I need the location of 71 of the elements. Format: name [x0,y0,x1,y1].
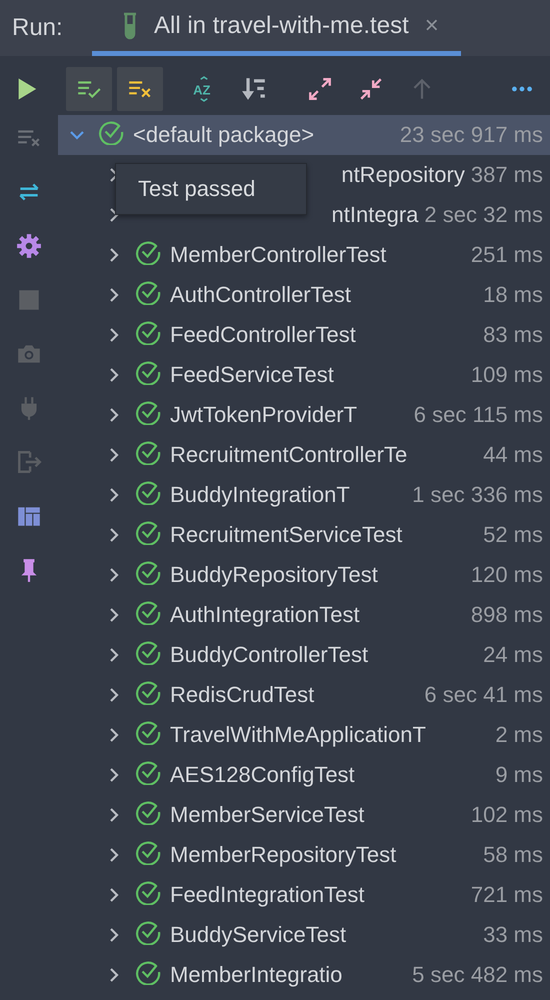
duration: 721 ms [470,882,543,908]
passed-check-icon [135,719,161,745]
passed-check-icon [135,919,161,945]
test-class-name[interactable]: AuthIntegrationTest [170,602,471,628]
test-class-name[interactable]: BuddyServiceTest [170,922,484,948]
test-class-name[interactable]: BuddyControllerTest [170,642,484,668]
duration: 24 ms [483,642,543,668]
duration: 18 ms [483,282,543,308]
duration: 387 ms [470,162,543,188]
passed-check-icon [135,879,161,905]
run-tab[interactable]: All in travel-with-me.test × [92,0,461,56]
passed-check-icon [135,399,161,425]
passed-check-icon [135,759,161,785]
duration: 33 ms [483,922,543,948]
test-class-name[interactable]: MemberControllerTest [170,242,471,268]
passed-check-icon [135,319,161,345]
test-class-name[interactable]: MemberIntegratio [170,962,412,988]
passed-check-icon [135,359,161,385]
duration: 2 sec 32 ms [424,202,543,228]
passed-check-icon [135,559,161,585]
passed-check-icon [135,839,161,865]
test-tube-icon [122,12,138,40]
test-class-name[interactable]: JwtTokenProviderT [170,402,414,428]
passed-check-icon [135,479,161,505]
package-name: <default package> [133,122,316,148]
test-class-name[interactable]: FeedControllerTest [170,322,484,348]
duration: 102 ms [470,802,543,828]
sort-duration-icon[interactable] [241,76,268,102]
test-class-name[interactable]: RedisCrudTest [170,682,424,708]
tooltip: Test passed [115,163,307,215]
test-class-name[interactable]: MemberServiceTest [170,802,471,828]
duration: 120 ms [470,562,543,588]
duration: 23 sec 917 ms [400,122,543,148]
collapse-icon[interactable] [358,76,384,102]
passed-check-icon [135,639,161,665]
duration: 6 sec 115 ms [414,402,543,428]
duration: 1 sec 336 ms [412,482,543,508]
test-class-name[interactable]: RecruitmentControllerTe [170,442,484,468]
duration: 251 ms [470,242,543,268]
test-class-name[interactable]: TravelWithMeApplicationT [170,722,496,748]
duration: 52 ms [483,522,543,548]
duration: 5 sec 482 ms [412,962,543,988]
duration: 58 ms [483,842,543,868]
passed-check-icon [135,239,161,265]
test-class-name[interactable]: AES128ConfigTest [170,762,496,788]
duration: 898 ms [470,602,543,628]
passed-check-icon [135,679,161,705]
passed-check-icon [135,959,161,985]
passed-check-icon [135,279,161,305]
passed-check-icon [135,799,161,825]
duration: 6 sec 41 ms [424,682,543,708]
passed-check-icon [135,599,161,625]
test-class-name[interactable]: FeedServiceTest [170,362,471,388]
duration: 83 ms [483,322,543,348]
expand-icon[interactable] [307,76,334,102]
test-class-name[interactable]: AuthControllerTest [170,282,484,308]
passed-check-icon [98,119,124,145]
duration: 109 ms [470,362,543,388]
tree-row[interactable]: <default package> 23 sec 917 ms [58,115,550,155]
test-class-name[interactable]: FeedIntegrationTest [170,882,471,908]
test-class-name[interactable]: BuddyIntegrationT [170,482,412,508]
passed-check-icon [135,439,161,465]
duration: 9 ms [495,762,543,788]
run-label: Run: [12,14,64,42]
duration: 44 ms [483,442,543,468]
settings-icon[interactable] [16,233,42,259]
test-class-name[interactable]: BuddyRepositoryTest [170,562,471,588]
passed-check-icon [135,519,161,545]
duration: 2 ms [495,722,543,748]
test-class-name[interactable]: RecruitmentServiceTest [170,522,484,548]
test-class-name[interactable]: MemberRepositoryTest [170,842,484,868]
